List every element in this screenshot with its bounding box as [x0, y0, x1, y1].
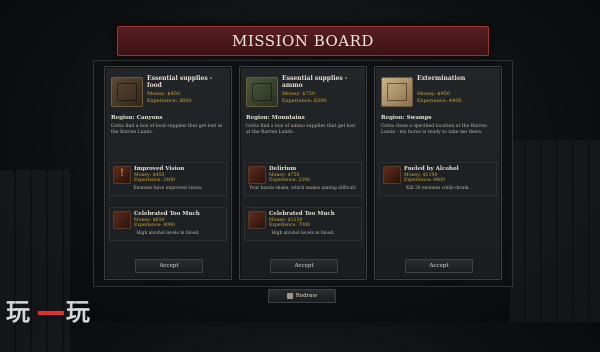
accept-button[interactable]: Accept	[270, 259, 338, 273]
exclamation-icon: !	[113, 166, 131, 184]
redraw-icon	[286, 292, 293, 299]
shaking-hand-icon	[248, 166, 266, 184]
modifier-experience: Experience: 2400	[134, 178, 175, 183]
mission-card-food: Essential supplies - food Money: $450 Ex…	[104, 66, 232, 280]
redraw-label: Redraw	[295, 293, 318, 299]
modifier-experience: Experience: 2300	[269, 178, 310, 183]
mission-experience: Experience: 6300	[282, 98, 327, 104]
accept-button[interactable]: Accept	[405, 259, 473, 273]
mission-experience: Experience: 3600	[147, 98, 192, 104]
mission-card-extermination: Extermination Money: $950 Experience: 44…	[374, 66, 502, 280]
modifier-description: Enemies have improved vision.	[133, 186, 203, 191]
modifier-name: Celebrated Too Much	[134, 211, 200, 217]
modifier-celebrated-too-much[interactable]: Celebrated Too Much Money: $650 Experien…	[109, 207, 227, 241]
mission-region: Region: Swamps	[381, 115, 432, 121]
modifier-name: Celebrated Too Much	[269, 211, 335, 217]
mission-card-ammo: Essential supplies - ammo Money: $750 Ex…	[239, 66, 367, 280]
modifier-description: Kill 20 enemies while drunk.	[406, 186, 470, 191]
mission-money: Money: $450	[147, 91, 181, 97]
drunk-portrait-icon	[383, 166, 401, 184]
food-crate-icon	[111, 77, 143, 107]
mission-description: Gotta find a box of food supplies that g…	[111, 124, 223, 135]
redraw-button[interactable]: Redraw	[268, 289, 336, 303]
mission-title: Essential supplies - ammo	[282, 75, 348, 89]
modifier-name: Fueled by Alcohol	[404, 166, 459, 172]
mission-experience: Experience: 4400	[417, 98, 462, 104]
mission-board-header: MISSION BOARD	[117, 26, 489, 56]
modifier-delirium[interactable]: Delirium Money: $750 Experience: 2300 Yo…	[244, 162, 362, 196]
modifier-experience: Experience: 4400	[404, 178, 445, 183]
mission-description: Gotta find a box of ammo supplies that g…	[246, 124, 356, 135]
accept-button[interactable]: Accept	[135, 259, 203, 273]
mission-title: Essential supplies - food	[147, 75, 213, 89]
modifier-improved-vision[interactable]: ! Improved Vision Money: $450 Experience…	[109, 162, 227, 196]
background-wood-wall	[510, 140, 600, 322]
modifier-name: Delirium	[269, 166, 297, 172]
mission-title: Extermination	[417, 75, 466, 82]
ammo-crate-icon	[246, 77, 278, 107]
mission-money: Money: $750	[282, 91, 316, 97]
bottles-icon	[113, 211, 131, 229]
modifier-description: High alcohol levels in blood.	[136, 231, 200, 236]
modifier-description: Your hands shake, which makes aiming dif…	[249, 186, 357, 191]
bottles-icon	[248, 211, 266, 229]
mission-region: Region: Canyons	[111, 115, 163, 121]
mission-money: Money: $950	[417, 91, 451, 97]
modifier-experience: Experience: 4000	[134, 223, 175, 228]
map-icon	[381, 77, 413, 107]
modifier-experience: Experience: 7000	[269, 223, 310, 228]
modifier-celebrated-too-much[interactable]: Celebrated Too Much Money: $1250 Experie…	[244, 207, 362, 241]
modifier-description: High alcohol levels in blood.	[271, 231, 335, 236]
mission-region: Region: Mountains	[246, 115, 305, 121]
mission-description: Gotta clean a specified location at the …	[381, 124, 487, 135]
modifier-fueled-by-alcohol[interactable]: Fueled by Alcohol Money: $1190 Experienc…	[379, 162, 497, 196]
modifier-name: Improved Vision	[134, 166, 185, 172]
mission-board-title: MISSION BOARD	[232, 32, 374, 50]
